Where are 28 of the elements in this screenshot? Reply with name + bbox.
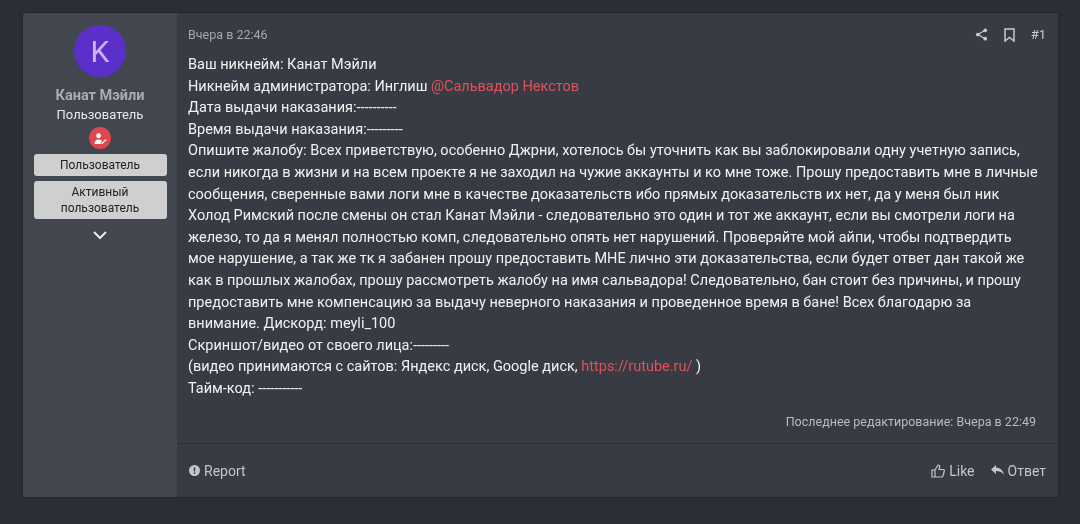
post-text-line: Тайм-код: ----------- xyxy=(188,378,304,399)
user-mention[interactable]: @Сальвадор Некстов xyxy=(430,77,580,95)
post-text-line: (видео принимаются с сайтов: Яндекс диск, Google диск, https://rutube.ru/ ) xyxy=(188,357,703,378)
post-number[interactable]: #1 xyxy=(1030,27,1046,42)
post-text-line: Никнейм администратора: Инглиш @Сальвадор Некстов xyxy=(188,76,581,97)
post-text-line: Дата выдачи наказания:---------- xyxy=(188,98,398,119)
like-button[interactable]: Like xyxy=(931,462,975,479)
username[interactable]: Канат Мэйли xyxy=(55,87,145,104)
post-text-line: Время выдачи наказания:--------- xyxy=(188,119,404,140)
chevron-down-icon[interactable] xyxy=(93,231,107,240)
warning-icon xyxy=(189,465,200,476)
report-link[interactable]: Report xyxy=(189,462,246,479)
link[interactable]: https://rutube.ru/ xyxy=(581,358,693,376)
avatar[interactable]: K xyxy=(74,25,126,77)
user-banner: Пользователь xyxy=(33,154,167,176)
post-text-line: Ваш никнейм: Канат Мэйли xyxy=(188,55,378,75)
post-text-line: Скриншот/видео от своего лица:--------- xyxy=(188,335,451,356)
user-badge-icon xyxy=(89,127,111,149)
thumbs-up-icon xyxy=(931,463,946,478)
last-edited-text: Последнее редактирование: Вчера в 22:49 xyxy=(784,414,1037,431)
post-text-line: Опишите жалобу: Всех приветствую, особенно Джрни, хотелось бы уточнить как вы заблокировали одну учетную запись, если никогда в жизни и на всем проекте я не заходил на чужие аккаунты и ко мне тоже. Прошу предоставить мне в личные сообщения, сверенные вами логи мне в качестве доказательств ибо прямых доказательств их нет, да у меня был ник Холод Римский после смены он стал Канат Мэйли - следовательно это один и тот же аккаунт, если вы смотрели логи на железо, то да я менял полностью комп, следовательно опять нет нарушений. Проверяйте мой айпи, чтобы подтвердить мое нарушение, а так же тк я забанен прошу предоставить МНЕ лично эти доказательства, если будет ответ дан такой же как в прошлых жалобах, прошу рассмотреть жалобу на имя сальвадора! Следовательно, бан стоит без причины, и прошу предоставить мне компенсацию за выдачу неверного наказания и проведенное время в бане! Всех благодарю за внимание. Дискорд: meyli_100 xyxy=(188,141,1038,335)
user-banner: Активный пользователь xyxy=(33,181,167,219)
user-title: Пользователь xyxy=(56,107,144,122)
post-date[interactable]: Вчера в 22:46 xyxy=(188,27,975,42)
share-icon[interactable] xyxy=(974,28,988,41)
reply-arrow-icon xyxy=(990,465,1004,476)
bookmark-icon[interactable] xyxy=(1003,27,1015,42)
reply-button[interactable]: Ответ xyxy=(990,462,1046,479)
